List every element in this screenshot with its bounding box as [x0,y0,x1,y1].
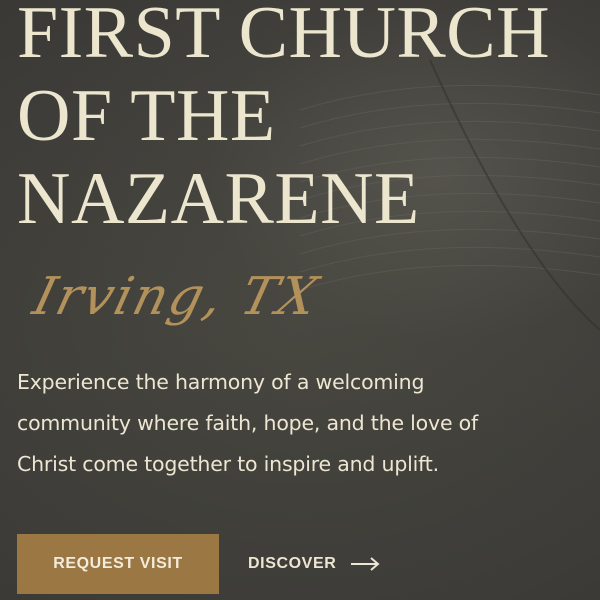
title-line: OF THE [17,75,276,157]
title-line: FIRST CHURCH [17,0,551,74]
discover-label: DISCOVER [248,555,337,572]
hero-section: FIRST CHURCH OF THE NAZARENE Irving, TX … [0,0,600,600]
location-script: Irving, TX [27,267,326,327]
arrow-right-icon [351,557,380,571]
tagline-line: community where faith, hope, and the lov… [17,411,479,435]
tagline-line: Experience the harmony of a welcoming [17,370,425,394]
request-visit-button[interactable]: REQUEST VISIT [17,534,219,594]
discover-link[interactable]: DISCOVER [248,548,380,580]
title-line: NAZARENE [17,158,420,240]
tagline-line: Christ come together to inspire and upli… [17,452,439,476]
tagline: Experience the harmony of a welcoming co… [17,362,517,485]
church-title: FIRST CHURCH OF THE NAZARENE [17,0,550,241]
